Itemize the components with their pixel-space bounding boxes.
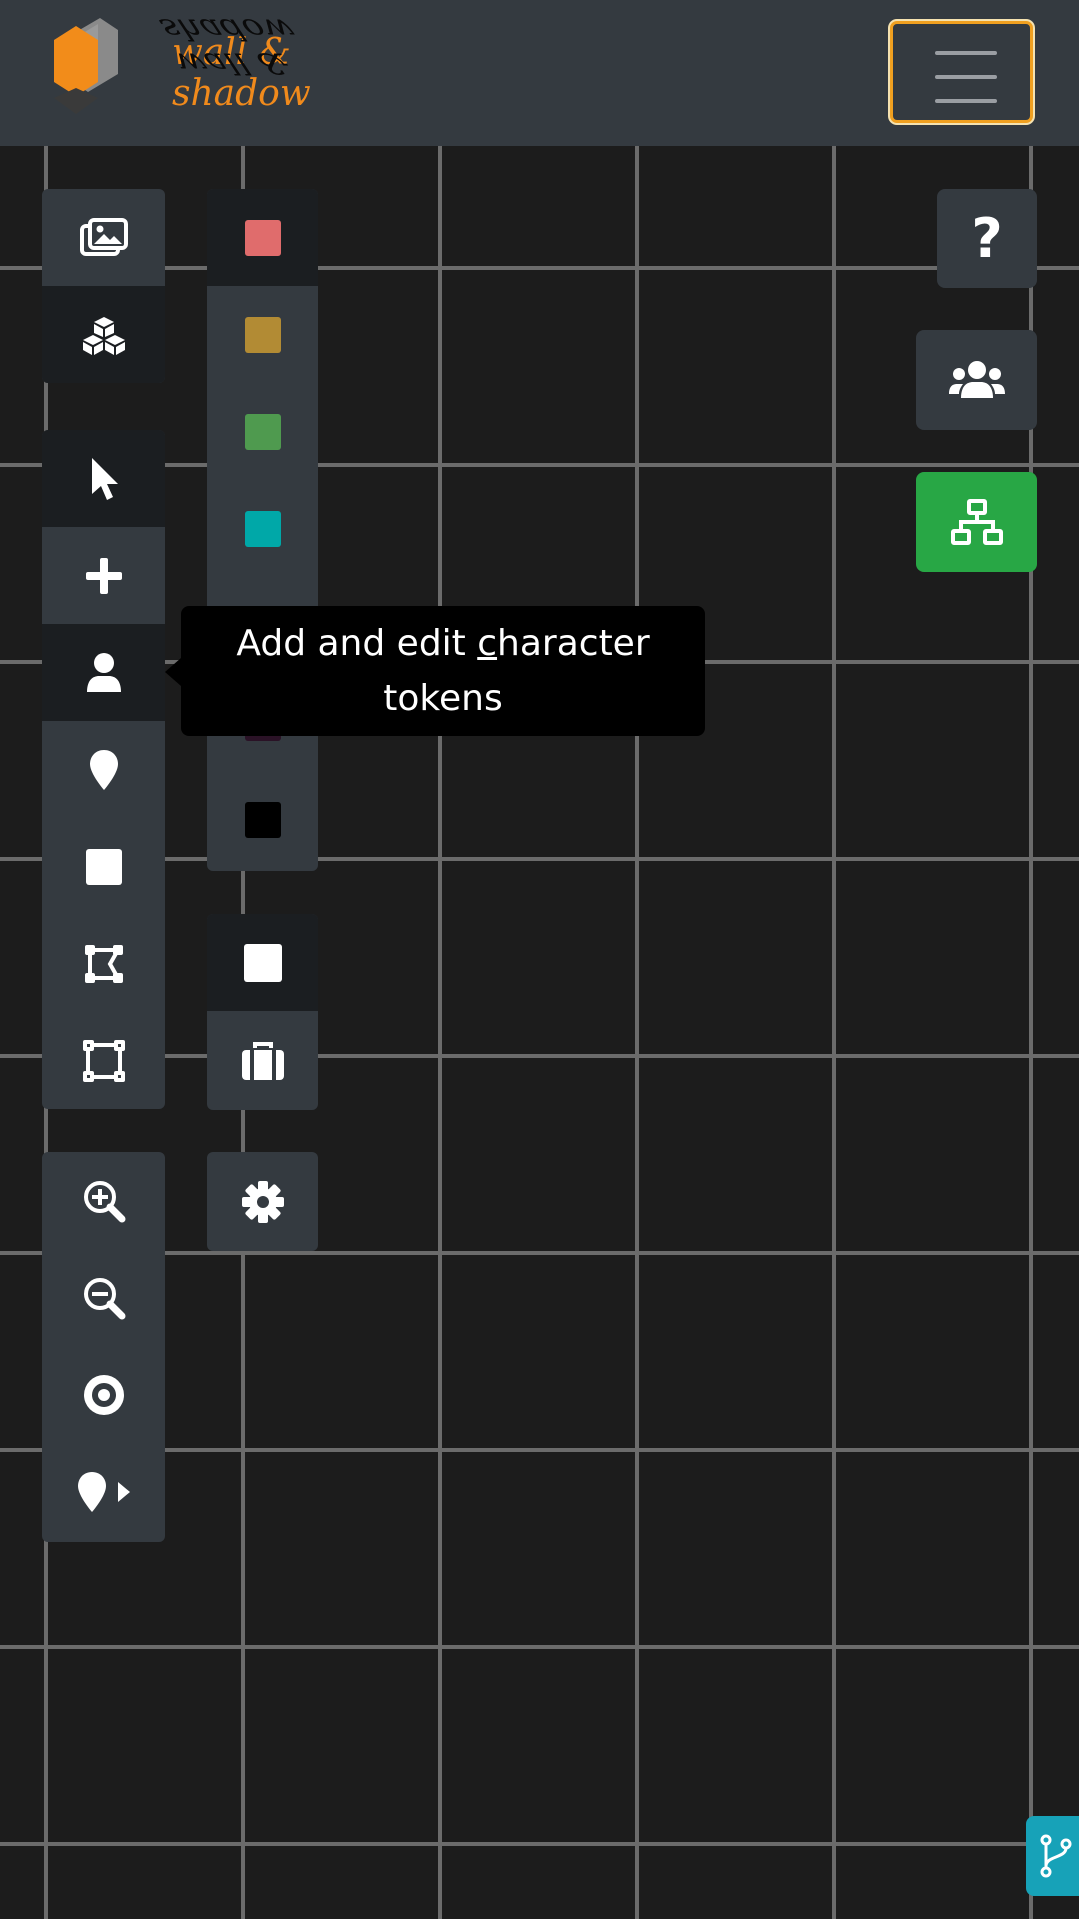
menu-toggle-button[interactable] <box>888 19 1035 125</box>
character-tokens-button[interactable] <box>42 624 165 721</box>
top-navbar: wall & shadow wall & shadow <box>0 0 1079 146</box>
color-swatch-button[interactable] <box>207 480 318 577</box>
gear-icon <box>241 1180 284 1223</box>
next-marker-button[interactable] <box>42 1443 165 1540</box>
white-square-icon <box>243 943 282 982</box>
code-branch-icon <box>1040 1834 1072 1878</box>
images-icon <box>79 217 128 256</box>
color-swatch <box>244 510 281 547</box>
help-icon: ? <box>971 206 1003 270</box>
logo-reflection: wall & shadow <box>154 11 301 80</box>
square-icon <box>85 848 122 885</box>
add-tool-button[interactable] <box>42 527 165 624</box>
briefcase-button[interactable] <box>207 1013 318 1110</box>
source-code-button[interactable] <box>1026 1816 1079 1896</box>
zoom-out-icon <box>83 1277 125 1319</box>
zoom-in-button[interactable] <box>42 1152 165 1249</box>
help-button[interactable]: ? <box>937 189 1037 288</box>
select-tool-button[interactable] <box>42 430 165 527</box>
color-swatch <box>244 801 281 838</box>
map-marker-arrow-icon <box>77 1471 130 1512</box>
bullseye-icon <box>83 1374 124 1415</box>
zoom-in-icon <box>83 1180 125 1222</box>
network-icon <box>950 499 1003 545</box>
mode-tools-panel <box>42 430 165 1109</box>
user-icon <box>86 652 121 692</box>
color-swatch <box>244 413 281 450</box>
objects-button[interactable] <box>42 286 165 383</box>
pointer-icon <box>91 457 118 500</box>
network-button[interactable] <box>916 472 1037 572</box>
tool-tooltip: Add and edit character tokens <box>181 606 705 736</box>
map-marker-button[interactable] <box>42 721 165 818</box>
tooltip-arrow <box>165 658 181 686</box>
view-tools-panel <box>42 1152 165 1542</box>
center-view-button[interactable] <box>42 1346 165 1443</box>
images-button[interactable] <box>42 189 165 286</box>
color-swatch-button[interactable] <box>207 286 318 383</box>
rectangle-tool-button[interactable] <box>42 1012 165 1109</box>
plus-icon <box>85 557 122 594</box>
users-icon <box>948 361 1005 398</box>
color-swatch-button[interactable] <box>207 383 318 480</box>
token-extras-panel <box>207 914 318 1110</box>
layer-tools-panel <box>42 189 165 383</box>
map-marker-icon <box>89 749 118 790</box>
polygon-tool-button[interactable] <box>42 915 165 1012</box>
users-button[interactable] <box>916 330 1037 430</box>
rectangle-vector-icon <box>82 1039 125 1082</box>
color-swatch-button[interactable] <box>207 189 318 286</box>
color-swatch <box>244 316 281 353</box>
briefcase-icon <box>241 1041 284 1080</box>
color-swatch-button[interactable] <box>207 771 318 868</box>
color-palette-panel <box>207 189 318 871</box>
tooltip-text: Add and edit character tokens <box>236 623 650 719</box>
white-square-button[interactable] <box>207 914 318 1011</box>
color-swatch <box>244 219 281 256</box>
app-logo[interactable]: wall & shadow wall & shadow <box>48 12 378 118</box>
polygon-icon <box>84 944 123 983</box>
settings-panel <box>207 1152 318 1251</box>
zoom-out-button[interactable] <box>42 1249 165 1346</box>
cubes-icon <box>82 316 125 355</box>
settings-button[interactable] <box>207 1152 318 1251</box>
square-tool-button[interactable] <box>42 818 165 915</box>
logo-cube-icon <box>54 18 118 114</box>
